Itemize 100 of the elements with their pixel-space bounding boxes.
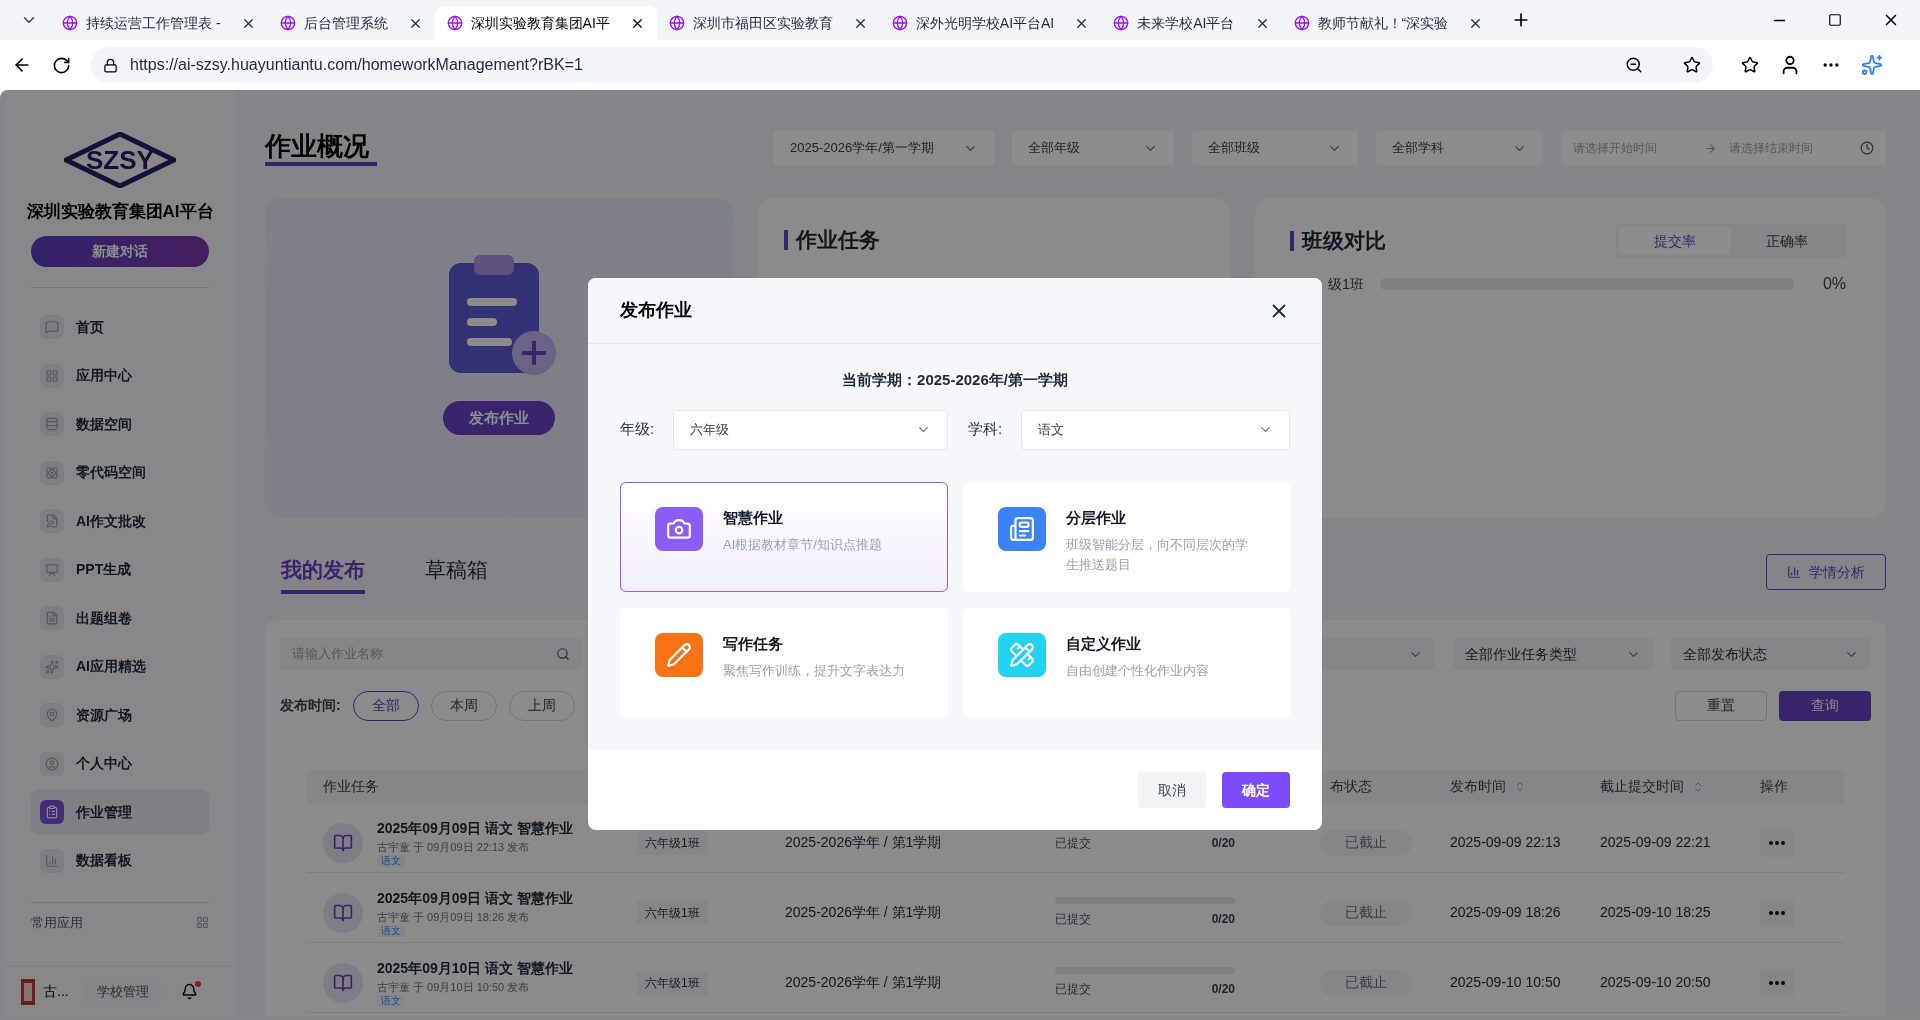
slides-icon <box>45 562 59 577</box>
search-icon <box>556 647 570 661</box>
more-button[interactable] <box>1760 898 1794 927</box>
option-description: 自由创建个性化作业内容 <box>1065 662 1209 680</box>
more-button[interactable] <box>1760 828 1794 857</box>
sidebar-item[interactable]: 数据空间 <box>31 401 209 447</box>
sidebar-item[interactable]: 资源广场 <box>31 692 209 738</box>
sidebar-item[interactable]: 作业管理 <box>31 789 209 835</box>
field-label: 学科: <box>968 419 1004 440</box>
tab[interactable]: 草稿箱 <box>425 550 488 594</box>
sidebar-item[interactable]: 首页 <box>31 304 209 350</box>
tab[interactable]: 提交率 <box>1619 227 1731 255</box>
browser-tab[interactable]: 深圳市福田区实验教育 <box>656 6 880 40</box>
filter-select[interactable]: 2025-2026学年/第一学期 <box>774 131 994 165</box>
bell-icon[interactable] <box>180 983 198 1000</box>
browser-tab[interactable]: 深外光明学校AI平台AI <box>879 6 1102 40</box>
site-icon <box>446 15 463 31</box>
database-icon <box>45 417 59 431</box>
new-chat-button[interactable]: 新建对话 <box>31 236 209 267</box>
copilot-icon[interactable] <box>1861 54 1883 76</box>
favorite-icon[interactable] <box>1683 56 1701 74</box>
publish-button[interactable]: 发布作业 <box>443 401 555 435</box>
user-icon <box>45 756 59 771</box>
filter-select[interactable]: 全部学科 <box>1376 131 1543 165</box>
pencil-icon <box>666 641 692 668</box>
sidebar-item[interactable]: 出题组卷 <box>31 595 209 641</box>
avatar-icon <box>21 978 35 1005</box>
publish-time: 2025-09-10 10:50 <box>1450 973 1562 992</box>
status-badge: 已截止 <box>1320 969 1412 996</box>
sparkle-icon <box>45 659 59 674</box>
time-label: 发布时间: <box>280 696 341 715</box>
filter-select[interactable]: 全部班级 <box>1192 131 1358 165</box>
dialog-title: 发布作业 <box>620 299 692 322</box>
filter-select[interactable]: 全部发布状态 <box>1671 638 1871 670</box>
url-text: https://ai-szsy.huayuntiantu.com/homeworkManagement?rBK=1 <box>130 55 584 75</box>
browser-tab[interactable]: 深圳实验教育集团AI平 <box>434 6 657 40</box>
reset-button[interactable]: 重置 <box>1675 690 1767 721</box>
deadline-time: 2025-09-09 22:21 <box>1600 833 1712 852</box>
field-label: 年级: <box>620 419 656 440</box>
option-description: AI根据教材章节/知识点推题 <box>723 536 882 554</box>
book-icon <box>333 902 353 923</box>
option-title: 智慧作业 <box>723 507 784 528</box>
sidebar-item[interactable]: 应用中心 <box>31 352 209 399</box>
class-label: 级1班 <box>1328 274 1365 294</box>
progress-count: 0/20 <box>1211 981 1235 998</box>
assignment-option[interactable]: 自定义作业 自由创建个性化作业内容 <box>962 607 1290 718</box>
sidebar-item[interactable]: 个人中心 <box>31 740 209 787</box>
book-icon <box>333 832 353 853</box>
site-icon <box>1293 15 1310 31</box>
pencil-ruler-icon <box>1008 641 1035 668</box>
filter-select[interactable]: 全部年级 <box>1012 131 1174 165</box>
sidebar-item[interactable]: PPT生成 <box>31 546 209 593</box>
platform-title: 深圳实验教育集团AI平台 <box>25 202 215 222</box>
more-icon <box>1769 910 1785 915</box>
sidebar-item[interactable]: 零代码空间 <box>31 449 209 496</box>
sidebar-item[interactable]: AI作文批改 <box>31 498 209 544</box>
clipboard-icon <box>45 805 59 819</box>
filter-select[interactable]: 全部作业任务类型 <box>1453 638 1653 670</box>
chart-icon <box>45 853 59 868</box>
sidebar-item[interactable]: AI应用精选 <box>31 643 209 690</box>
section-title: 常用应用 <box>31 914 83 932</box>
grade-select[interactable]: 六年级 <box>673 409 948 450</box>
arrow-icon <box>1704 141 1717 155</box>
site-icon <box>891 15 908 31</box>
reload-icon[interactable] <box>52 55 71 75</box>
logo: SZSY <box>64 132 176 188</box>
card-title: 班级对比 <box>1302 228 1386 255</box>
task-title: 2025年09月09日 语文 智慧作业 <box>377 888 574 908</box>
browser-tab[interactable]: 未来学校AI平台 <box>1101 6 1282 40</box>
grid-icon <box>45 368 59 383</box>
deadline-time: 2025-09-10 18:25 <box>1600 903 1712 922</box>
term-text: 2025-2026学年 / 第1学期 <box>784 973 943 992</box>
subject-select[interactable]: 语文 <box>1021 409 1290 450</box>
lock-icon <box>103 57 118 73</box>
browser-tab[interactable]: 教师节献礼！“深实验 <box>1281 6 1496 40</box>
edit-icon <box>45 514 59 528</box>
assignment-option[interactable]: 写作任务 聚焦写作训练，提升文字表达力 <box>620 607 948 718</box>
address-bar[interactable]: https://ai-szsy.huayuntiantu.com/homeworkManagement?rBK=1 <box>91 47 1713 83</box>
query-button[interactable]: 查询 <box>1779 690 1871 721</box>
maximize-icon[interactable] <box>1828 13 1842 27</box>
browser-tab[interactable]: 持续运营工作管理表 - <box>50 6 268 40</box>
zoom-out-icon[interactable] <box>1625 56 1643 74</box>
favorites-icon[interactable] <box>1741 56 1759 74</box>
browser-tab[interactable]: 后台管理系统 <box>267 6 435 40</box>
term-text: 2025-2026学年 / 第1学期 <box>784 833 943 852</box>
site-icon <box>279 15 296 31</box>
column-header: 布状态 <box>1329 777 1373 796</box>
class-tag: 六年级1班 <box>637 830 708 855</box>
assignment-option[interactable]: 智慧作业 AI根据教材章节/知识点推题 <box>620 481 948 592</box>
more-button[interactable] <box>1760 968 1794 997</box>
publish-time: 2025-09-09 18:26 <box>1450 903 1562 922</box>
column-header: 操作 <box>1760 777 1789 796</box>
sidebar-item[interactable]: 数据看板 <box>31 837 209 884</box>
confirm-button[interactable]: 确定 <box>1222 772 1290 808</box>
subject-tag: 语文 <box>377 995 405 1008</box>
cancel-button[interactable]: 取消 <box>1138 772 1206 808</box>
tab[interactable]: 正确率 <box>1731 227 1843 255</box>
tab[interactable]: 我的发布 <box>281 550 365 594</box>
assignment-option[interactable]: 分层作业 班级智能分层，向不同层次的学生推送题目 <box>962 481 1290 592</box>
analysis-button[interactable]: 学情分析 <box>1766 554 1886 590</box>
